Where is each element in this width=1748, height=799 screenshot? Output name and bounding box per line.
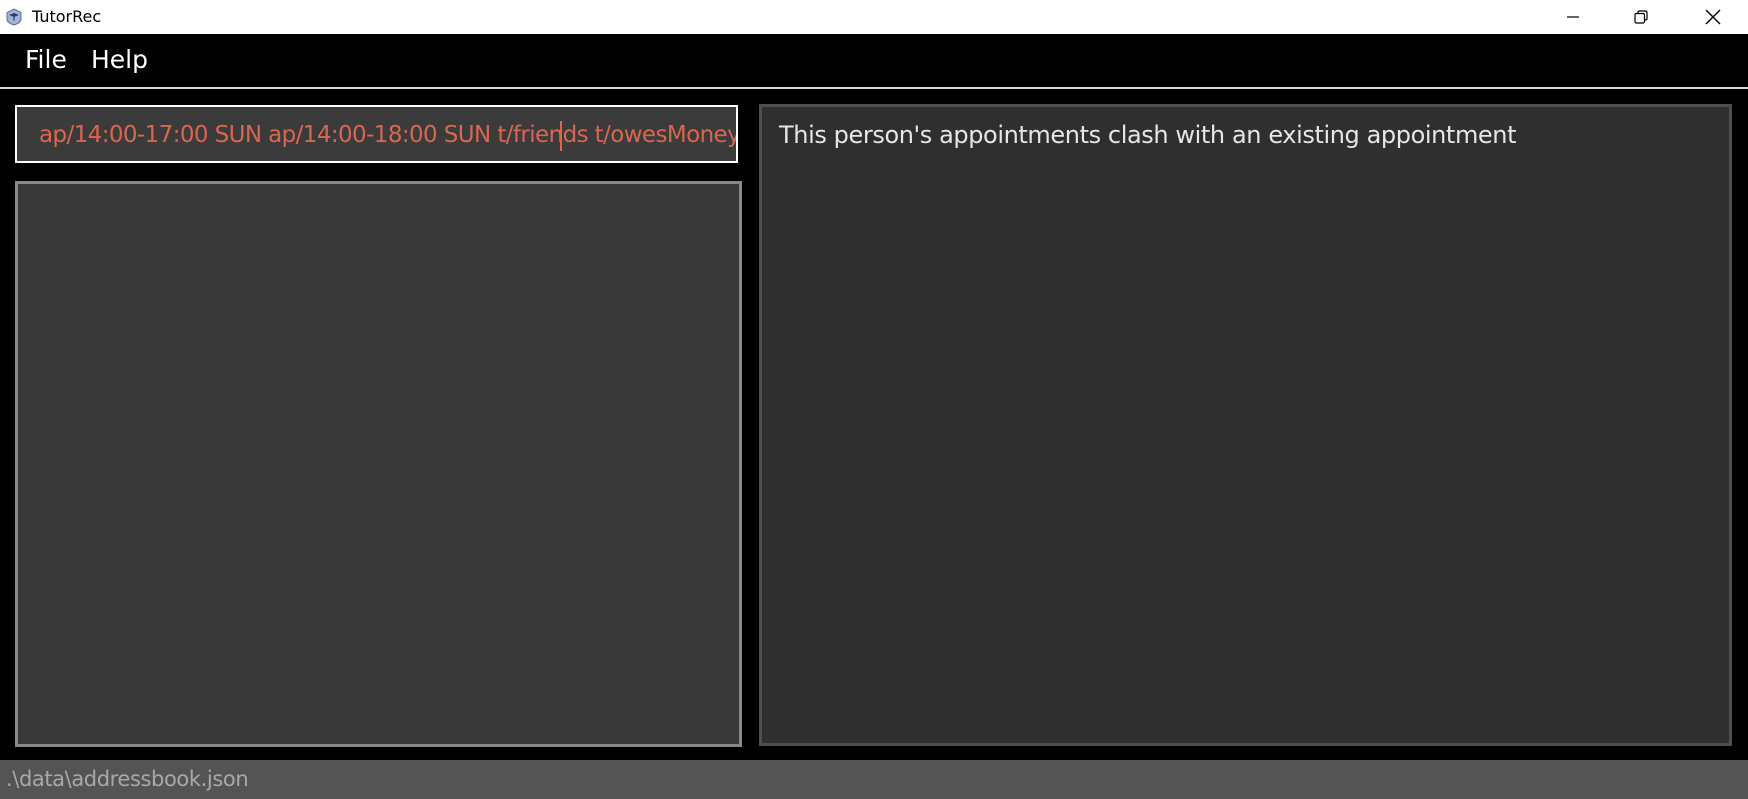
minimize-icon xyxy=(1567,16,1579,18)
save-location-path: .\data\addressbook.json xyxy=(6,767,249,791)
restore-icon xyxy=(1634,10,1648,24)
menu-file[interactable]: File xyxy=(25,44,67,76)
status-bar: .\data\addressbook.json xyxy=(0,760,1748,799)
minimize-button[interactable] xyxy=(1538,0,1608,34)
menu-help[interactable]: Help xyxy=(91,44,148,76)
result-message: This person's appointments clash with an… xyxy=(779,121,1517,149)
close-button[interactable] xyxy=(1678,0,1748,34)
result-display[interactable]: This person's appointments clash with an… xyxy=(759,104,1732,746)
close-icon xyxy=(1705,9,1721,25)
restore-button[interactable] xyxy=(1606,0,1676,34)
menu-bar: File Help xyxy=(0,34,1748,89)
text-caret xyxy=(560,121,562,151)
person-list-panel[interactable] xyxy=(15,181,742,747)
command-input[interactable]: ap/14:00-17:00 SUN ap/14:00-18:00 SUN t/… xyxy=(15,105,738,163)
app-logo-icon xyxy=(6,8,22,26)
window-title: TutorRec xyxy=(32,7,102,26)
window-titlebar: TutorRec xyxy=(0,0,1748,34)
command-input-text: ap/14:00-17:00 SUN ap/14:00-18:00 SUN t/… xyxy=(39,122,738,148)
